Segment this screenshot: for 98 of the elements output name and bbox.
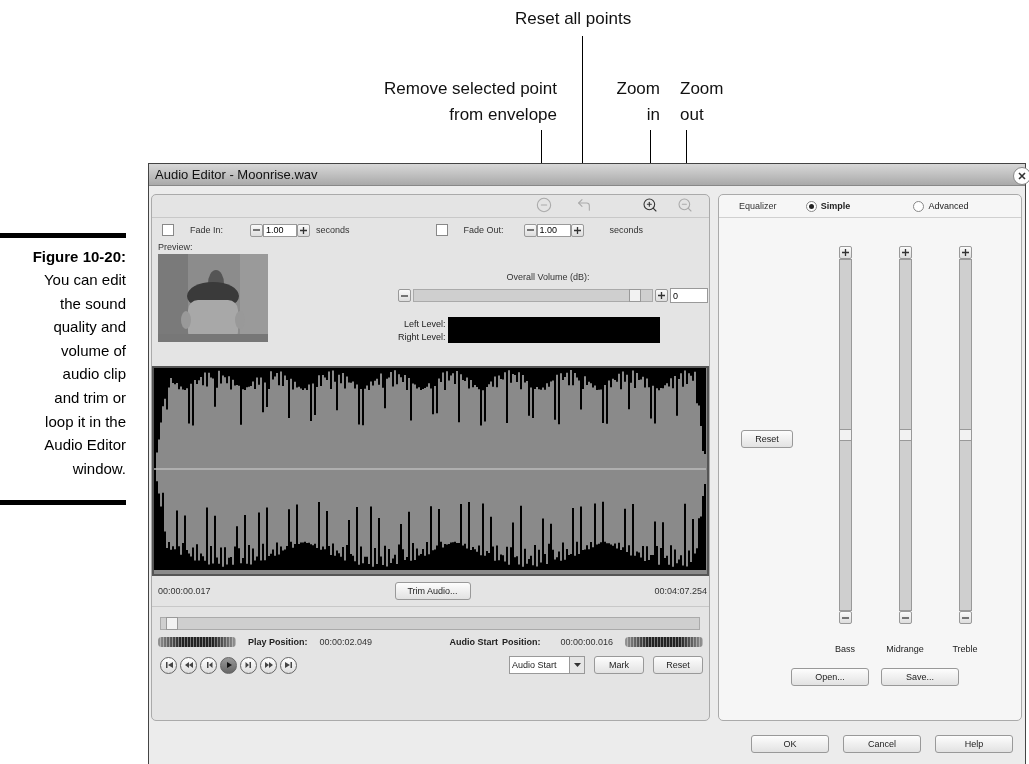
decrease-button[interactable] bbox=[523, 223, 537, 237]
preset-button[interactable]: Open... bbox=[791, 668, 869, 686]
fast-forward-button[interactable] bbox=[260, 656, 277, 674]
decrease-button[interactable] bbox=[838, 611, 852, 624]
decrease-button[interactable] bbox=[250, 223, 263, 237]
trim-audio-button[interactable]: Trim Audio... bbox=[394, 582, 471, 600]
band-slider[interactable] bbox=[838, 259, 852, 611]
slider-thumb[interactable] bbox=[629, 289, 642, 302]
seconds-field[interactable]: 1.00 bbox=[536, 223, 571, 237]
plus-icon bbox=[841, 249, 849, 256]
increase-button[interactable] bbox=[655, 289, 668, 302]
preset-button[interactable]: Save... bbox=[881, 668, 959, 686]
audio-start-label: Audio Start bbox=[449, 637, 498, 647]
zoom-in-icon bbox=[642, 197, 658, 213]
window-title: Audio Editor - Moonrise.wav bbox=[155, 167, 318, 182]
skip-forward-button[interactable] bbox=[280, 656, 297, 674]
minus-circle-icon bbox=[536, 197, 552, 213]
marker-dropdown[interactable]: Audio Start bbox=[509, 656, 585, 674]
dialog-button[interactable]: Help bbox=[935, 735, 1013, 753]
mode-label: Advanced bbox=[928, 201, 969, 211]
shuttle-wheel[interactable] bbox=[625, 637, 703, 647]
minus-icon bbox=[253, 229, 260, 231]
figure-caption: You can edit the sound quality and volume of audio clip and trim or loop it in the Audio Editor window. bbox=[42, 270, 126, 479]
minus-icon bbox=[961, 616, 969, 619]
mode-radio[interactable] bbox=[805, 200, 817, 212]
skip-forward-icon bbox=[283, 660, 294, 670]
step-forward-icon bbox=[243, 660, 254, 670]
plus-icon bbox=[573, 226, 581, 234]
skip-back-button[interactable] bbox=[160, 656, 177, 674]
decrease-button[interactable] bbox=[398, 289, 411, 302]
band-slider[interactable] bbox=[898, 259, 912, 611]
minus-icon bbox=[841, 616, 849, 619]
equalizer-label: Equalizer bbox=[739, 201, 778, 211]
rewind-icon bbox=[183, 660, 194, 670]
plus-icon bbox=[658, 292, 665, 299]
skip-back-icon bbox=[163, 660, 174, 670]
decrease-button[interactable] bbox=[898, 611, 912, 624]
step-forward-button[interactable] bbox=[240, 656, 257, 674]
figure-number: Figure 10-20: bbox=[31, 247, 126, 267]
step-back-button[interactable] bbox=[200, 656, 217, 674]
volume-field[interactable]: 0 bbox=[670, 288, 708, 303]
mode-label: Simple bbox=[820, 201, 851, 211]
plus-icon bbox=[901, 249, 909, 256]
shuttle-wheel[interactable] bbox=[158, 637, 236, 647]
minus-icon bbox=[901, 616, 909, 619]
corner-arrow-icon bbox=[576, 197, 592, 213]
seconds-field[interactable]: 1.00 bbox=[263, 223, 297, 237]
plus-icon bbox=[961, 249, 969, 256]
unit-label: seconds bbox=[316, 225, 350, 235]
preview-label: Preview: bbox=[158, 242, 194, 252]
level-label: Right Level: bbox=[398, 331, 447, 342]
band-label: Treble bbox=[952, 644, 978, 654]
end-time: 00:04:07.254 bbox=[654, 586, 707, 596]
position-label: Position: bbox=[501, 637, 541, 647]
band-slider[interactable] bbox=[958, 259, 972, 611]
decrease-button[interactable] bbox=[958, 611, 972, 624]
dialog-button[interactable]: OK bbox=[751, 735, 829, 753]
plus-icon bbox=[300, 226, 307, 234]
increase-button[interactable] bbox=[898, 246, 912, 259]
equalizer-reset-button[interactable]: Reset bbox=[741, 429, 793, 448]
increase-button[interactable] bbox=[838, 246, 852, 259]
position-slider[interactable] bbox=[160, 617, 700, 630]
marker-button[interactable]: Reset bbox=[653, 656, 703, 674]
fade-checkbox[interactable] bbox=[162, 224, 174, 236]
increase-button[interactable] bbox=[297, 223, 310, 237]
fast-forward-icon bbox=[263, 660, 274, 670]
slider-thumb[interactable] bbox=[958, 429, 972, 441]
close-icon bbox=[1018, 172, 1026, 180]
volume-label: Overall Volume (dB): bbox=[506, 272, 590, 282]
minus-icon bbox=[401, 294, 408, 297]
marker-button[interactable]: Mark bbox=[594, 656, 644, 674]
play-position-value: 00:00:02.049 bbox=[319, 637, 373, 647]
audio-start-value: 00:00:00.016 bbox=[560, 637, 613, 647]
band-label: Bass bbox=[835, 644, 855, 654]
band-label: Midrange bbox=[886, 644, 924, 654]
caret-icon bbox=[573, 663, 581, 667]
increase-button[interactable] bbox=[958, 246, 972, 259]
start-time: 00:00:00.017 bbox=[158, 586, 211, 596]
dialog-button[interactable]: Cancel bbox=[843, 735, 921, 753]
unit-label: seconds bbox=[609, 225, 644, 235]
play-button[interactable] bbox=[220, 656, 237, 674]
callout-label: Reset all points bbox=[515, 8, 632, 30]
minus-icon bbox=[526, 229, 534, 231]
callout-label: Zoom in bbox=[616, 78, 660, 126]
fade-label: Fade Out: bbox=[463, 225, 505, 235]
mode-radio[interactable] bbox=[913, 200, 925, 212]
callout-label: Remove selected point from envelope bbox=[384, 78, 557, 126]
slider-thumb[interactable] bbox=[165, 617, 178, 630]
fade-label: Fade In: bbox=[190, 225, 225, 235]
slider-thumb[interactable] bbox=[898, 429, 912, 441]
rewind-button[interactable] bbox=[180, 656, 197, 674]
play-position-label: Play Position: bbox=[248, 637, 308, 647]
zoom-out-icon bbox=[677, 197, 693, 213]
fade-checkbox[interactable] bbox=[435, 224, 448, 236]
level-label: Left Level: bbox=[403, 318, 447, 329]
slider-thumb[interactable] bbox=[838, 429, 852, 441]
callout-label: Zoom out bbox=[680, 78, 724, 126]
volume-slider[interactable] bbox=[413, 289, 653, 302]
